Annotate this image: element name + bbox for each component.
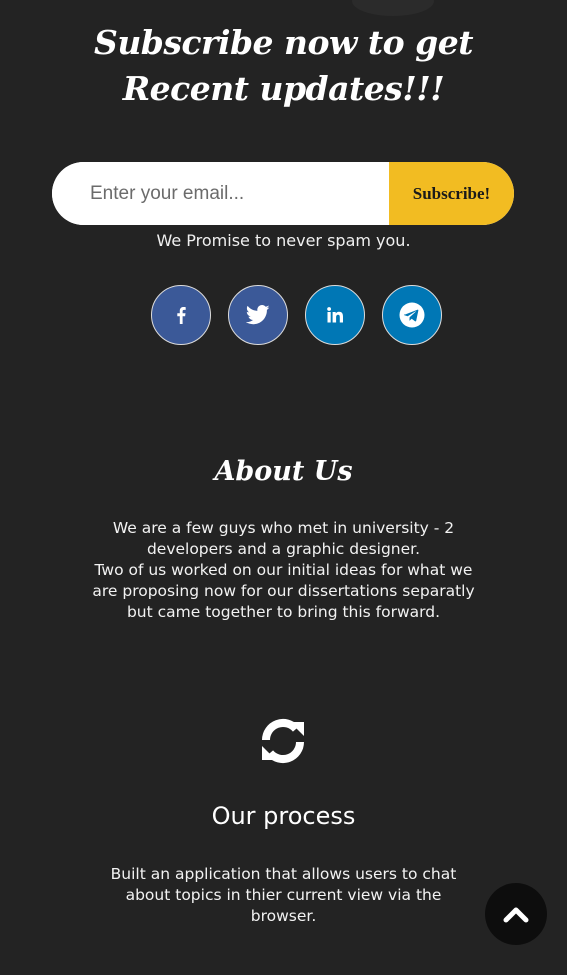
spam-note: We Promise to never spam you. — [156, 231, 411, 250]
refresh-icon — [261, 718, 305, 764]
telegram-button[interactable] — [382, 285, 442, 345]
linkedin-button[interactable] — [305, 285, 365, 345]
process-title: Our process — [211, 802, 356, 830]
about-line-2: Two of us worked on our initial ideas fo… — [92, 561, 475, 621]
twitter-icon — [246, 305, 270, 325]
scroll-to-top-button[interactable] — [485, 883, 547, 945]
email-input[interactable] — [52, 162, 389, 225]
subscribe-headline: Subscribe now to get Recent updates!!! — [93, 23, 474, 108]
subscribe-form: Subscribe! — [52, 162, 514, 225]
process-description: Built an application that allows users t… — [110, 865, 457, 925]
facebook-button[interactable] — [151, 285, 211, 345]
about-description: We are a few guys who met in university … — [88, 518, 479, 623]
social-links — [151, 285, 442, 345]
linkedin-icon — [327, 307, 343, 323]
chevron-up-icon — [503, 907, 529, 923]
facebook-icon — [177, 307, 186, 324]
subscribe-button[interactable]: Subscribe! — [389, 162, 514, 225]
telegram-icon — [399, 302, 425, 328]
twitter-button[interactable] — [228, 285, 288, 345]
about-line-1: We are a few guys who met in university … — [112, 519, 455, 558]
decorative-shape — [352, 0, 434, 16]
about-title: About Us — [214, 456, 353, 487]
